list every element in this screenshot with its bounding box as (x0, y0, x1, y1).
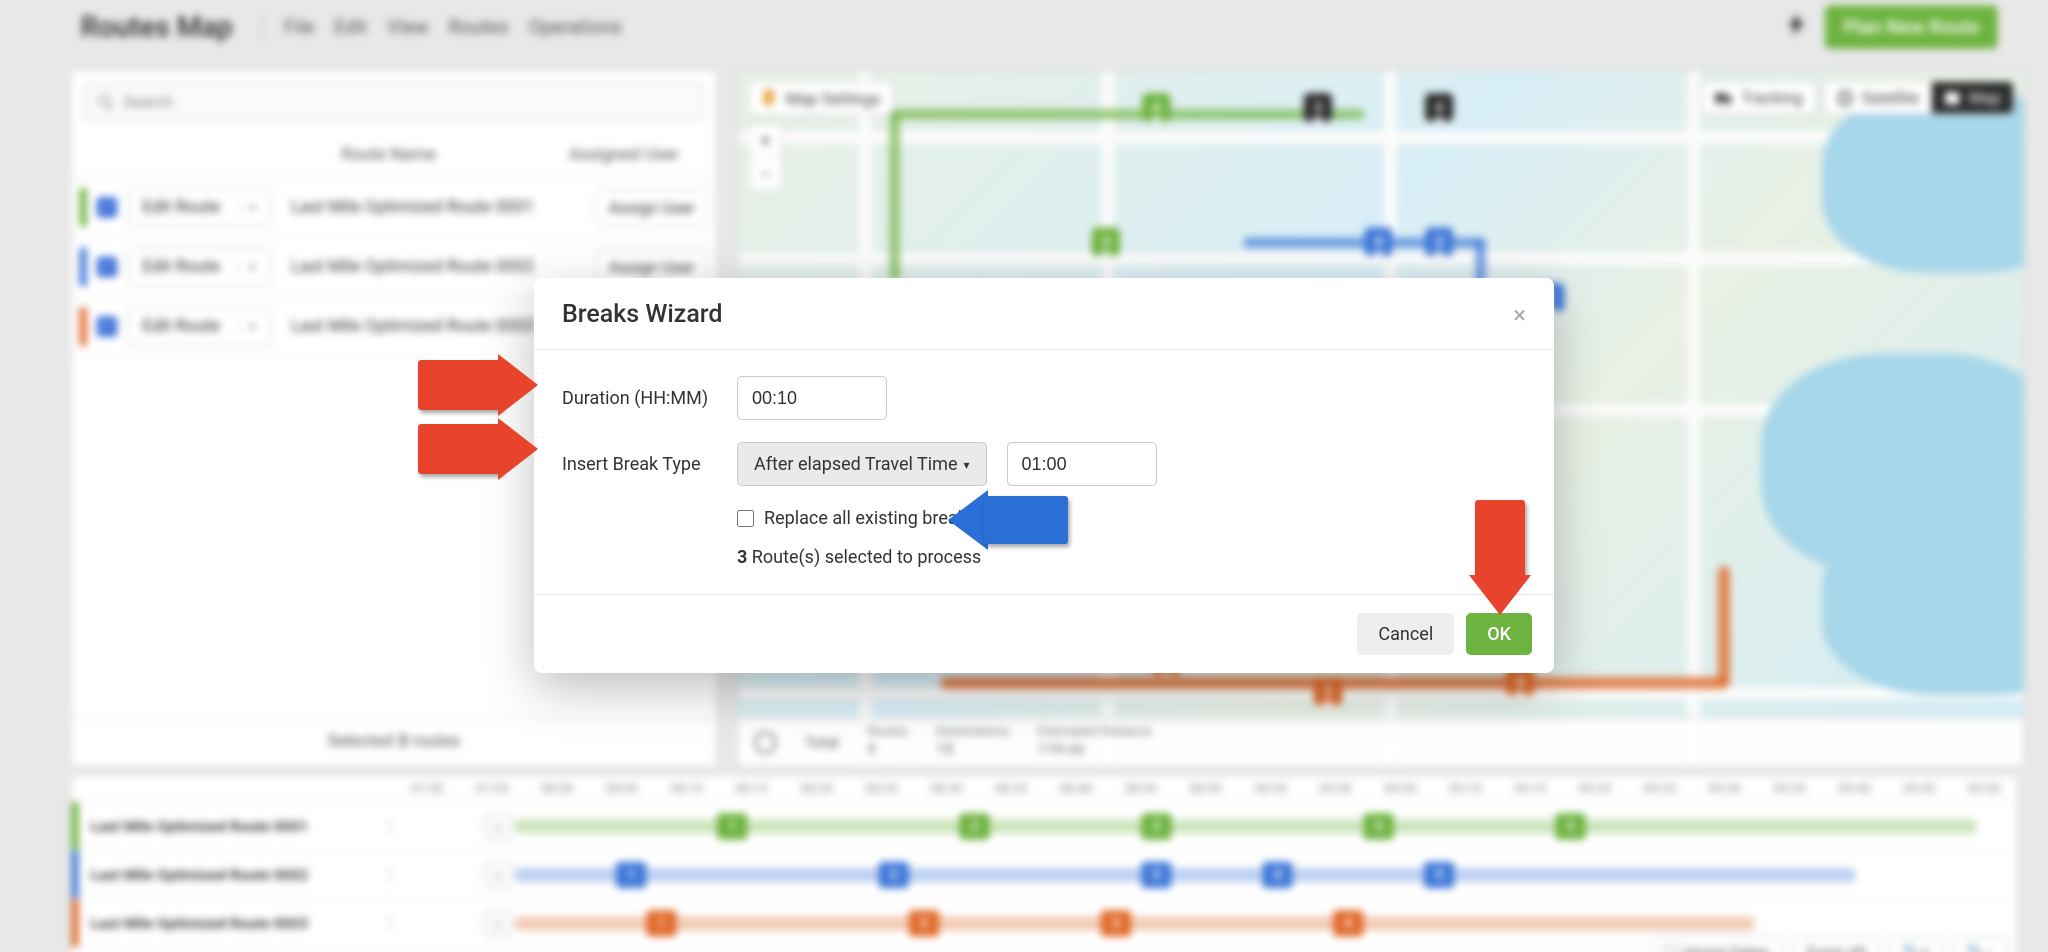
elapsed-time-input[interactable] (1007, 442, 1157, 486)
map-view-button[interactable]: Map (1931, 81, 2013, 114)
map-marker[interactable]: 4 (1425, 93, 1453, 121)
map-zoom: + − (748, 124, 782, 192)
map-icon (1944, 90, 1960, 106)
zoom-in-button[interactable]: + (749, 125, 781, 158)
replace-existing-label: Replace all existing breaks (764, 508, 976, 529)
map-marker[interactable]: 4 (1142, 93, 1170, 121)
menu-edit[interactable]: Edit (334, 15, 367, 38)
break-type-select[interactable]: After elapsed Travel Time ▾ (737, 442, 987, 486)
callout-arrow-duration (418, 354, 538, 416)
route-name: Last Mile Optimized Route 0002 (281, 257, 586, 277)
route-color-stripe (80, 248, 87, 286)
chevron-down-icon: ▾ (238, 200, 255, 214)
edit-route-button[interactable]: Edit Route▾ (127, 248, 271, 286)
col-assigned-user: Assigned User (548, 145, 700, 165)
menubar: Routes Map File Edit View Routes Operati… (81, 5, 1998, 48)
routes-list-header: Route Name Assigned User (72, 133, 716, 178)
zoom-out-button[interactable]: − (749, 158, 781, 190)
search-placeholder: Search (123, 92, 173, 111)
home-icon: ⌂ (485, 861, 511, 887)
selected-footer: Selected 3 routes (72, 716, 716, 765)
route-color-stripe (80, 307, 87, 345)
home-icon: ⌂ (485, 813, 511, 839)
route-checkbox[interactable]: ✓ (97, 197, 117, 217)
callout-arrow-replace (948, 490, 1068, 550)
selected-count-text: 3 Route(s) selected to process (562, 547, 1526, 568)
route-name: Last Mile Optimized Route 0001 (281, 197, 586, 217)
assign-user-button[interactable]: Assign User (596, 189, 708, 226)
search-icon (97, 93, 115, 111)
edit-route-button[interactable]: Edit Route▾ (127, 188, 271, 226)
edit-route-button[interactable]: Edit Route▾ (127, 307, 271, 345)
callout-arrow-ok (1469, 500, 1531, 615)
menu-routes[interactable]: Routes (449, 15, 509, 38)
replace-existing-checkbox[interactable] (737, 510, 754, 527)
map-marker[interactable]: 3 (1092, 228, 1120, 256)
route-checkbox[interactable]: ✓ (97, 316, 117, 336)
menu-file[interactable]: File (284, 15, 314, 38)
duration-label: Duration (HH:MM) (562, 388, 717, 409)
menu-operations[interactable]: Operations (529, 15, 622, 38)
timeline: 07:5007:5508:0008:0508:1008:1508:2008:25… (71, 775, 2018, 952)
timeline-row[interactable]: Last Mile Optimized Route 0002 ⋮ ⌂ 1 2 3… (72, 851, 2017, 899)
timeline-ticks: 07:5007:5508:0008:0508:1008:1508:2008:25… (72, 776, 2017, 802)
app-title: Routes Map (81, 10, 233, 43)
route-color-stripe (80, 188, 87, 226)
route-checkbox[interactable]: ✓ (97, 257, 117, 277)
plan-new-route-button[interactable]: Plan New Route (1825, 5, 1998, 48)
menu-view[interactable]: View (387, 15, 428, 38)
gear-icon[interactable] (754, 731, 776, 753)
bolt-icon[interactable] (1789, 13, 1805, 40)
map-marker[interactable]: 4 (1364, 228, 1392, 256)
home-icon: ⌂ (485, 910, 511, 936)
hand-icon (761, 88, 777, 108)
breaks-wizard-modal: Breaks Wizard × Duration (HH:MM) Insert … (534, 278, 1554, 673)
close-icon[interactable]: × (1513, 303, 1526, 327)
zoom-in-icon[interactable]: 🔍+ (1889, 936, 1943, 952)
cancel-button[interactable]: Cancel (1357, 613, 1454, 655)
map-controls-right: Tracking Satellite Map (1702, 81, 2014, 114)
ignore-dates-toggle[interactable]: Ignore Dates (1651, 936, 1782, 952)
map-settings-button[interactable]: Map Settings (748, 81, 893, 115)
map-marker[interactable]: 3 (1425, 228, 1453, 256)
map-marker[interactable]: 3 (1304, 93, 1332, 121)
map-marker[interactable]: 2 (1314, 677, 1342, 705)
separator (263, 14, 264, 40)
col-route-name: Route Name (229, 145, 548, 165)
chevron-down-icon: ▾ (964, 458, 970, 472)
tracking-button[interactable]: Tracking (1702, 81, 1816, 114)
map-controls-left: Map Settings + − (748, 81, 893, 191)
chevron-down-icon: ▾ (238, 260, 255, 274)
timeline-row[interactable]: Last Mile Optimized Route 0001 ⋮ ⌂ 1 2 3… (72, 802, 2017, 850)
satellite-button[interactable]: Satellite (1824, 81, 1931, 114)
modal-title: Breaks Wizard (562, 300, 723, 329)
globe-icon (1837, 90, 1853, 106)
timeline-footer: Ignore Dates Zoom All 🔍+ 🔍− (1651, 936, 2006, 952)
zoom-out-icon[interactable]: 🔍− (1953, 936, 2007, 952)
callout-arrow-breaktype (418, 418, 538, 480)
ok-button[interactable]: OK (1466, 613, 1532, 655)
truck-icon (1715, 91, 1733, 105)
zoom-all-button[interactable]: Zoom All (1792, 936, 1879, 952)
route-row[interactable]: ✓ Edit Route▾ Last Mile Optimized Route … (72, 178, 716, 238)
search-input[interactable]: Search (84, 83, 704, 120)
map-totals: Total Routes3 Destinations15 Estimated D… (738, 717, 2024, 765)
break-type-label: Insert Break Type (562, 454, 717, 475)
duration-input[interactable] (737, 376, 887, 420)
chevron-down-icon: ▾ (238, 319, 255, 333)
